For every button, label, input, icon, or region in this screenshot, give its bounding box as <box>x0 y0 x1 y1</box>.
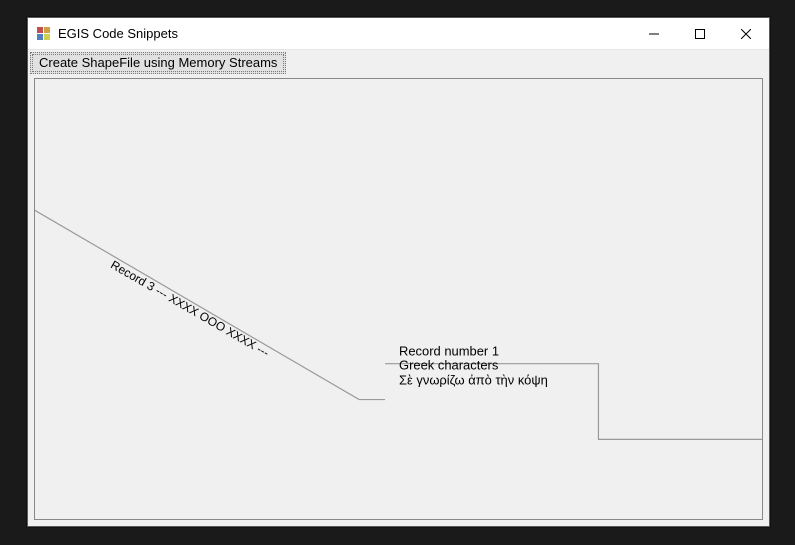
minimize-button[interactable] <box>631 18 677 50</box>
record1-label-line3: Σὲ γνωρίζω ἀπὸ τὴν κόψη <box>399 373 548 388</box>
maximize-button[interactable] <box>677 18 723 50</box>
maximize-icon <box>695 29 705 39</box>
minimize-icon <box>649 29 659 39</box>
record1-label-line2: Greek characters <box>399 358 498 373</box>
map-canvas[interactable]: Record 3 --- XXXX OOO XXXX --- Record nu… <box>34 78 763 520</box>
client-area: Create ShapeFile using Memory Streams Re… <box>28 50 769 526</box>
record1-label-line1: Record number 1 <box>399 344 499 359</box>
feature-line-record3 <box>35 210 385 399</box>
create-shapefile-button[interactable]: Create ShapeFile using Memory Streams <box>30 52 286 74</box>
close-icon <box>741 29 751 39</box>
window-title: EGIS Code Snippets <box>58 26 631 41</box>
app-icon <box>36 26 52 42</box>
app-window: EGIS Code Snippets Create ShapeFile usin… <box>27 17 770 527</box>
window-controls <box>631 18 769 49</box>
titlebar[interactable]: EGIS Code Snippets <box>28 18 769 50</box>
map-svg: Record 3 --- XXXX OOO XXXX --- Record nu… <box>35 79 762 519</box>
close-button[interactable] <box>723 18 769 50</box>
record3-label: Record 3 --- XXXX OOO XXXX --- <box>108 258 271 360</box>
